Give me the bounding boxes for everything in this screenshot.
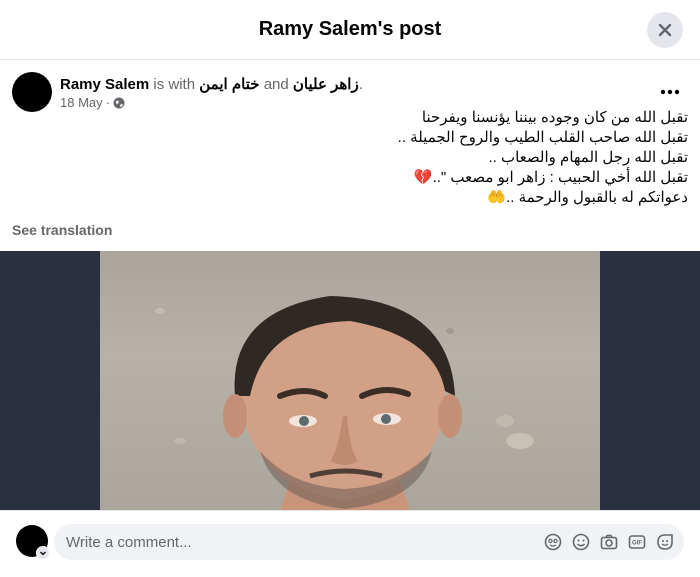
see-translation-link[interactable]: See translation — [12, 222, 112, 238]
chevron-down-icon — [40, 551, 46, 556]
close-button[interactable] — [647, 12, 683, 48]
emoji-icon — [572, 533, 590, 551]
tagged-user-2[interactable]: زاهر عليان — [293, 76, 359, 93]
dialog-header: Ramy Salem's post — [0, 0, 700, 60]
gif-icon: GIF — [628, 535, 646, 549]
post-line: تقبل الله رجل المهام والصعاب .. — [488, 149, 688, 166]
broken-heart-emoji: 💔 — [413, 169, 433, 186]
post-line: تقبل الله أخي الحبيب : زاهر ابو مصعب "..… — [413, 169, 688, 186]
and-text: and — [263, 76, 289, 93]
sticker-icon — [657, 534, 673, 550]
post-line: تقبل الله من كان وجوده بيننا يؤنسنا ويفر… — [421, 109, 688, 126]
post-author-line: Ramy Salem is with ختام ايمن and زاهر عل… — [60, 75, 363, 93]
post-text: تقبل الله من كان وجوده بيننا يؤنسنا ويفر… — [128, 108, 688, 208]
sticker-button[interactable] — [656, 532, 674, 552]
camera-button[interactable] — [600, 532, 618, 552]
globe-icon — [113, 97, 125, 108]
more-icon — [660, 89, 680, 95]
post-date[interactable]: 18 May — [60, 95, 103, 110]
camera-icon — [600, 534, 618, 550]
with-text: is with — [153, 76, 196, 93]
tagged-user-1[interactable]: ختام ايمن — [199, 76, 259, 93]
post-meta: 18 May · — [60, 95, 125, 110]
author-name[interactable]: Ramy Salem — [60, 76, 149, 93]
end-punct: . — [358, 76, 363, 93]
avatar-sticker-button[interactable] — [544, 532, 562, 552]
comment-box[interactable]: GIF — [54, 524, 684, 560]
post-photo[interactable] — [100, 251, 600, 510]
dialog-title: Ramy Salem's post — [258, 18, 442, 40]
post-line: تقبل الله صاحب القلب الطيب والروح الجميل… — [397, 129, 688, 146]
post-line: دعواتكم له بالقبول والرحمة ..🤲 — [487, 189, 688, 206]
gif-button[interactable]: GIF — [628, 532, 646, 552]
comment-composer: GIF — [0, 510, 700, 577]
praying-hands-emoji: 🤲 — [487, 189, 507, 206]
svg-text:GIF: GIF — [632, 541, 642, 547]
profile-switch-badge[interactable] — [36, 546, 50, 560]
post-media[interactable] — [0, 251, 700, 510]
portrait-image — [155, 296, 534, 510]
comment-tools: GIF — [544, 532, 674, 552]
comment-input[interactable] — [66, 524, 526, 560]
date-separator: · — [105, 95, 110, 110]
emoji-button[interactable] — [572, 532, 590, 552]
author-avatar[interactable] — [12, 72, 52, 112]
avatar-sticker-icon — [544, 533, 562, 551]
more-options-button[interactable] — [656, 78, 684, 106]
close-icon — [658, 23, 672, 37]
